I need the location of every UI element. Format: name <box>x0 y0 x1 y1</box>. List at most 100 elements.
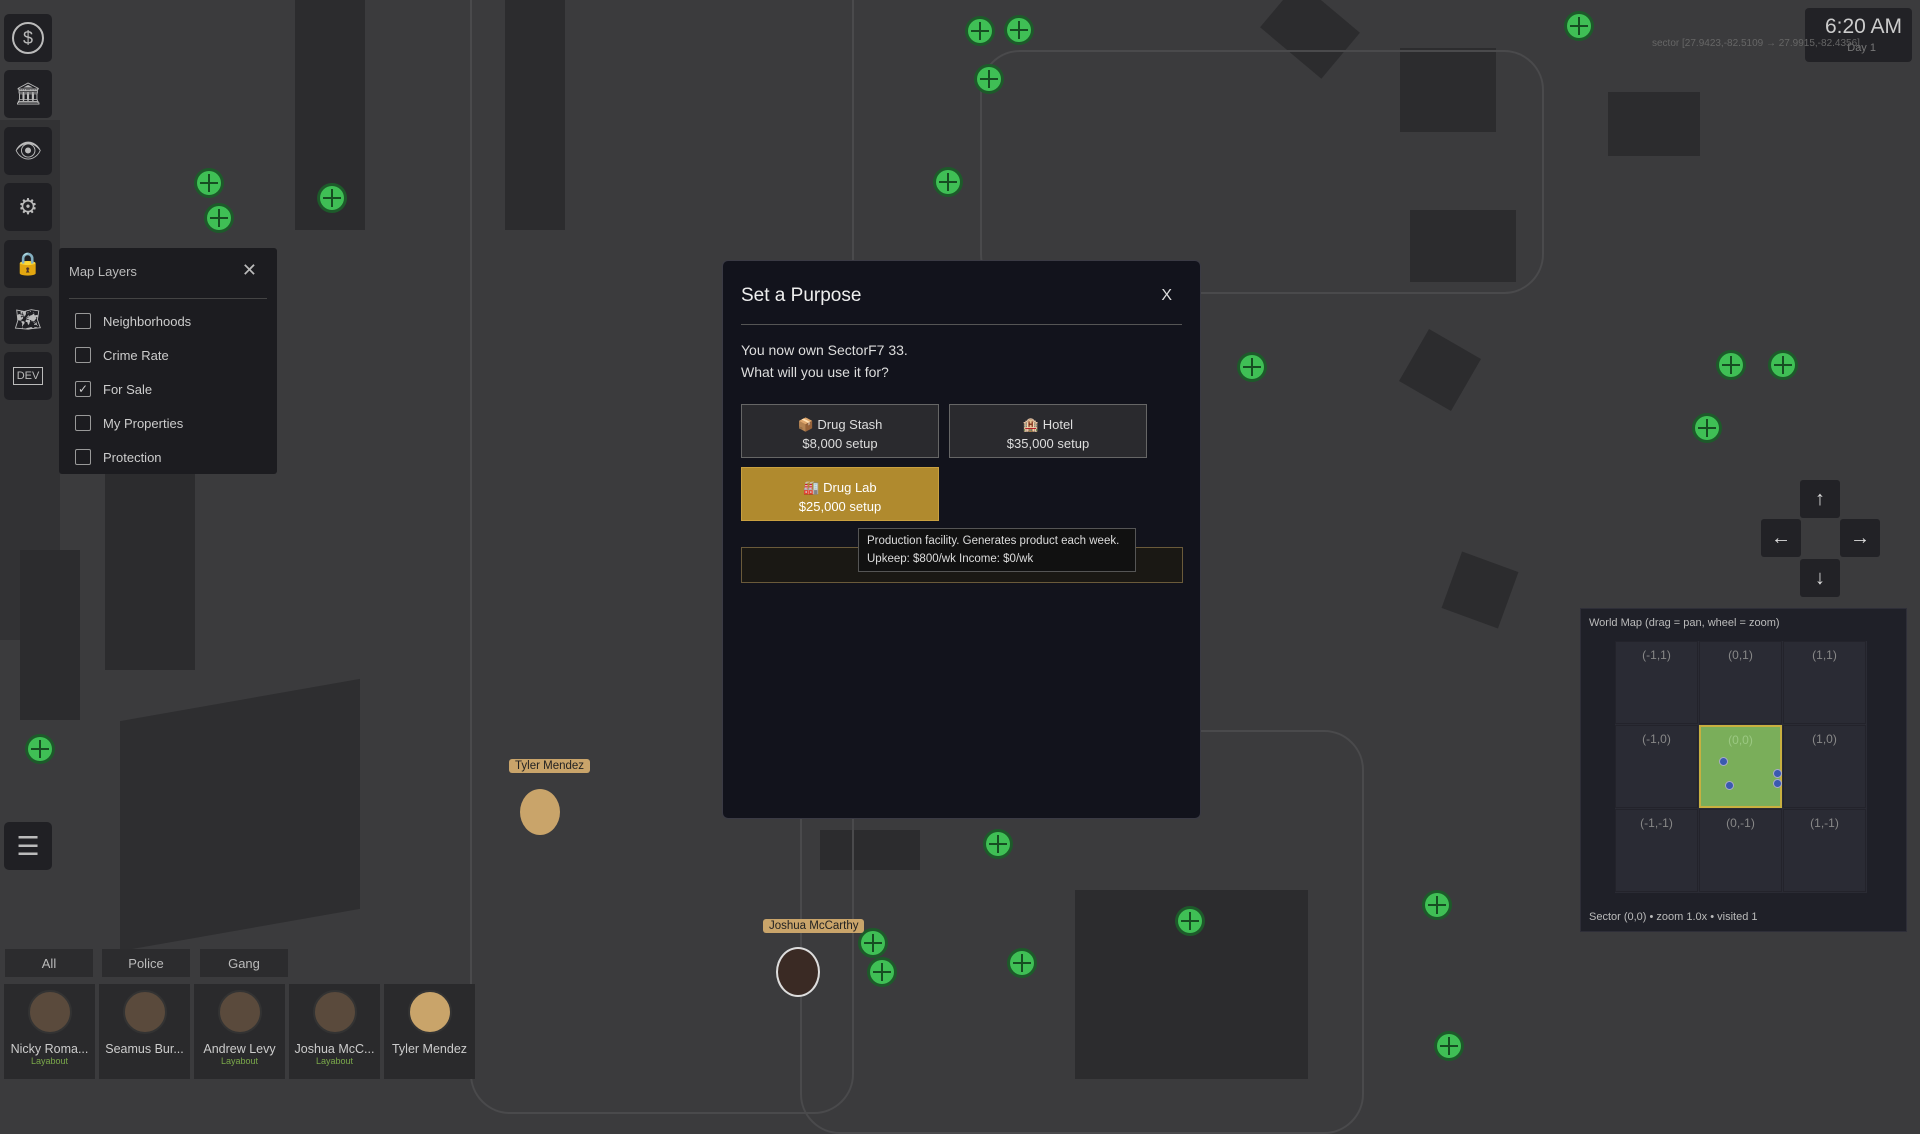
option-drug-stash-button[interactable]: 📦 Drug Stash $8,000 setup <box>741 404 939 458</box>
sector-cell[interactable]: (-1,0) <box>1615 725 1698 808</box>
for-sale-marker[interactable] <box>1771 353 1795 377</box>
bank-icon: 🏛 <box>14 81 42 106</box>
for-sale-marker[interactable] <box>1240 355 1264 379</box>
for-sale-marker[interactable] <box>861 931 885 955</box>
sector-cell[interactable]: (0,-1) <box>1699 809 1782 892</box>
building <box>105 470 195 670</box>
property-dot <box>1773 769 1782 778</box>
for-sale-marker[interactable] <box>1007 18 1031 42</box>
npc-avatar[interactable] <box>520 789 560 835</box>
lock-icon: 🔒 <box>14 251 42 276</box>
checkbox[interactable] <box>75 415 91 431</box>
layer-label: Protection <box>103 449 162 465</box>
tab-all[interactable]: All <box>5 949 93 977</box>
character-name: Joshua McC... <box>294 1042 375 1056</box>
business-button[interactable]: ⚙ <box>4 183 52 231</box>
gears-icon: ⚙ <box>18 194 38 219</box>
character-status: Layabout <box>315 1056 354 1066</box>
for-sale-marker[interactable] <box>1178 909 1202 933</box>
layer-for-sale[interactable]: ✓ For Sale <box>75 381 152 397</box>
building <box>120 678 360 952</box>
layer-my-properties[interactable]: My Properties <box>75 415 183 431</box>
tooltip-line: Production facility. Generates product e… <box>867 535 1120 547</box>
character-card[interactable]: Seamus Bur... <box>99 984 190 1079</box>
pan-down-button[interactable]: ↓ <box>1800 559 1840 597</box>
for-sale-marker[interactable] <box>197 171 221 195</box>
for-sale-marker[interactable] <box>1719 353 1743 377</box>
money-button[interactable]: $ <box>4 14 52 62</box>
character-status: Layabout <box>220 1056 259 1066</box>
menu-button[interactable]: ☰ <box>4 822 52 870</box>
divider <box>69 298 267 299</box>
surveillance-button[interactable]: 👁 <box>4 127 52 175</box>
building <box>1441 551 1519 629</box>
for-sale-marker[interactable] <box>207 206 231 230</box>
for-sale-marker[interactable] <box>1567 14 1591 38</box>
layer-crime-rate[interactable]: Crime Rate <box>75 347 169 363</box>
option-hotel-button[interactable]: 🏨 Hotel $35,000 setup <box>949 404 1147 458</box>
character-card[interactable]: Joshua McC... Layabout <box>289 984 380 1079</box>
map-layers-panel: Map Layers ✕ Neighborhoods Crime Rate ✓ F… <box>59 248 277 474</box>
layer-label: My Properties <box>103 415 184 431</box>
hotel-icon: 🏨 <box>1022 417 1040 432</box>
pan-left-button[interactable]: ← <box>1761 519 1801 557</box>
sector-cell[interactable]: (-1,1) <box>1615 641 1698 724</box>
character-card[interactable]: Tyler Mendez <box>384 984 475 1079</box>
for-sale-marker[interactable] <box>986 832 1010 856</box>
bank-button[interactable]: 🏛 <box>4 70 52 118</box>
building <box>20 550 80 720</box>
character-card[interactable]: Andrew Levy Layabout <box>194 984 285 1079</box>
for-sale-marker[interactable] <box>968 19 992 43</box>
for-sale-marker[interactable] <box>977 67 1001 91</box>
tooltip-line: Upkeep: $800/wk Income: $0/wk <box>867 553 1034 565</box>
character-card[interactable]: Nicky Roma... Layabout <box>4 984 95 1079</box>
checkbox[interactable] <box>75 449 91 465</box>
factory-icon: 🏭 <box>803 480 820 495</box>
layer-neighborhoods[interactable]: Neighborhoods <box>75 313 191 329</box>
lock-button[interactable]: 🔒 <box>4 240 52 288</box>
for-sale-marker[interactable] <box>320 186 344 210</box>
close-icon[interactable]: ✕ <box>242 260 257 281</box>
sector-cell[interactable]: (1,0) <box>1783 725 1866 808</box>
sector-cell[interactable]: (1,1) <box>1783 641 1866 724</box>
layer-protection[interactable]: Protection <box>75 449 162 465</box>
pan-right-button[interactable]: → <box>1840 519 1880 557</box>
eye-screen-icon: 👁 <box>14 138 42 163</box>
world-map-footer: Sector (0,0) • zoom 1.0x • visited 1 <box>1589 911 1758 923</box>
avatar <box>312 990 357 1034</box>
npc-avatar[interactable] <box>776 947 820 997</box>
world-map-grid[interactable]: (-1,1) (0,1) (1,1) (-1,0) (0,0) (1,0) (-… <box>1615 641 1867 893</box>
dialog-close-button[interactable]: X <box>1161 287 1172 305</box>
option-name: Drug Lab <box>823 480 877 495</box>
avatar <box>27 990 72 1034</box>
property-dot <box>1773 779 1782 788</box>
property-dot <box>1719 757 1728 766</box>
for-sale-marker[interactable] <box>1010 951 1034 975</box>
map-button[interactable]: 🗺 <box>4 296 52 344</box>
map-layers-title: Map Layers <box>69 264 137 279</box>
dev-button[interactable]: DEV <box>4 352 52 400</box>
for-sale-marker[interactable] <box>28 737 52 761</box>
checkbox[interactable] <box>75 313 91 329</box>
world-map-panel[interactable]: World Map (drag = pan, wheel = zoom) (-1… <box>1580 608 1907 932</box>
sector-cell[interactable]: (1,-1) <box>1783 809 1866 892</box>
sector-cell[interactable]: (0,1) <box>1699 641 1782 724</box>
for-sale-marker[interactable] <box>936 170 960 194</box>
option-tooltip: Production facility. Generates product e… <box>858 528 1136 572</box>
sector-cell-current[interactable]: (0,0) <box>1699 725 1782 808</box>
tab-gang[interactable]: Gang <box>200 949 288 977</box>
for-sale-marker[interactable] <box>1437 1034 1461 1058</box>
message-line: What will you use it for? <box>741 364 889 380</box>
option-cost: $35,000 setup <box>1006 436 1090 451</box>
checkbox-checked[interactable]: ✓ <box>75 381 91 397</box>
cell-label: (0,0) <box>1728 733 1753 747</box>
pan-up-button[interactable]: ↑ <box>1800 480 1840 518</box>
checkbox[interactable] <box>75 347 91 363</box>
tab-police[interactable]: Police <box>102 949 190 977</box>
character-name: Tyler Mendez <box>391 1042 468 1056</box>
for-sale-marker[interactable] <box>870 960 894 984</box>
sector-cell[interactable]: (-1,-1) <box>1615 809 1698 892</box>
option-drug-lab-button[interactable]: 🏭 Drug Lab $25,000 setup <box>741 467 939 521</box>
for-sale-marker[interactable] <box>1425 893 1449 917</box>
for-sale-marker[interactable] <box>1695 416 1719 440</box>
